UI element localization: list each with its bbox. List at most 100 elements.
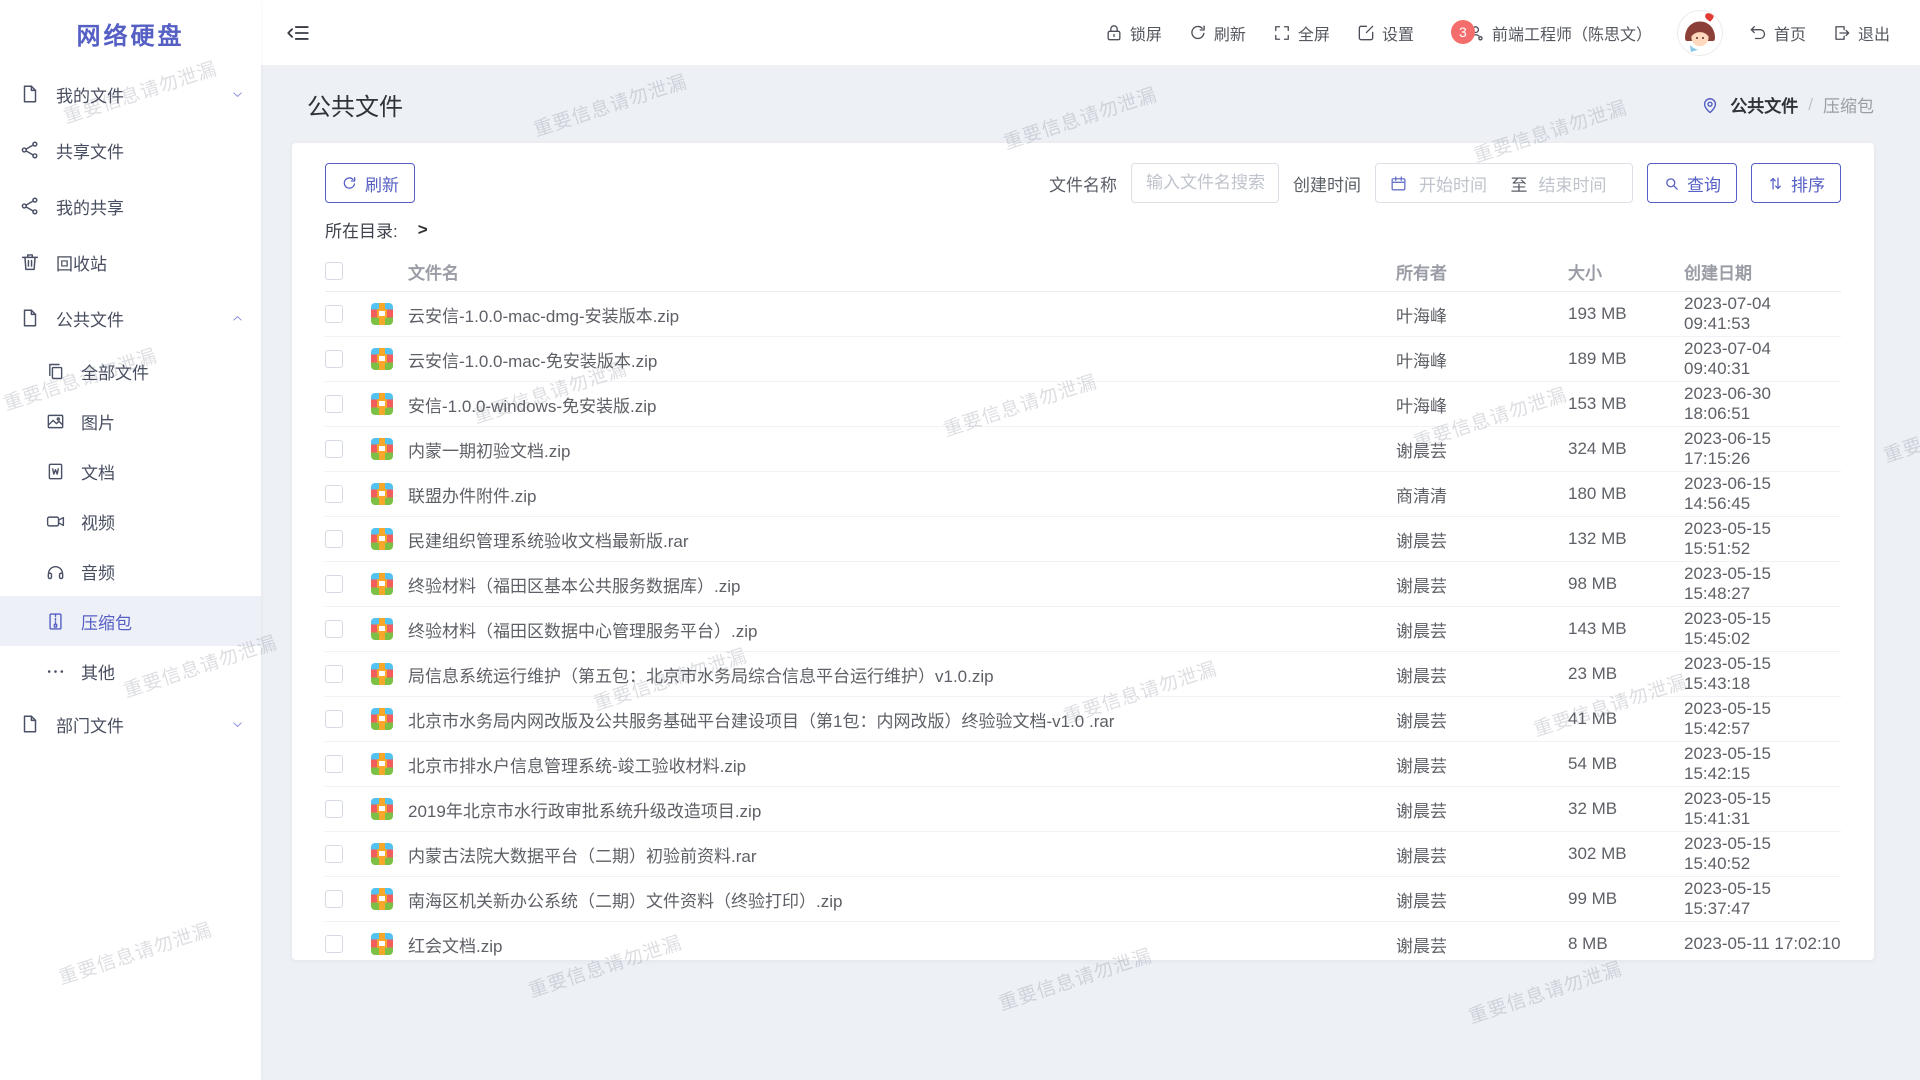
sidebar-item-images[interactable]: 图片 <box>0 396 261 446</box>
sidebar-item-all-files[interactable]: 全部文件 <box>0 346 261 396</box>
directory-arrow: > <box>418 220 428 240</box>
file-name[interactable]: 内蒙一期初验文档.zip <box>408 437 1396 462</box>
table-row[interactable]: 2019年北京市水行政审批系统升级改造项目.zip谢晨芸32 MB2023-05… <box>325 787 1841 832</box>
row-checkbox[interactable] <box>325 845 343 863</box>
filename-search-input[interactable] <box>1131 163 1279 203</box>
file-name[interactable]: 北京市水务局内网改版及公共服务基础平台建设项目（第1包：内网改版）终验验文档-v… <box>408 707 1396 732</box>
archive-file-icon <box>371 753 393 775</box>
sidebar-item-label: 视频 <box>81 509 115 534</box>
settings-label: 设置 <box>1382 21 1414 45</box>
row-checkbox[interactable] <box>325 485 343 503</box>
image-icon <box>45 411 66 432</box>
archive-file-icon <box>371 393 393 415</box>
sidebar-item-videos[interactable]: 视频 <box>0 496 261 546</box>
file-name[interactable]: 云安信-1.0.0-mac-dmg-安装版本.zip <box>408 302 1396 327</box>
row-checkbox[interactable] <box>325 935 343 953</box>
row-checkbox[interactable] <box>325 305 343 323</box>
home-button[interactable]: 首页 <box>1748 21 1806 45</box>
file-name[interactable]: 安信-1.0.0-windows-免安装版.zip <box>408 392 1396 417</box>
table-row[interactable]: 云安信-1.0.0-mac-dmg-安装版本.zip叶海峰193 MB2023-… <box>325 292 1841 337</box>
share-icon <box>19 139 41 161</box>
table-row[interactable]: 内蒙一期初验文档.zip谢晨芸324 MB2023-06-15 17:15:26 <box>325 427 1841 472</box>
sidebar-item-recycle-bin[interactable]: 回收站 <box>0 234 261 290</box>
column-header-filename: 文件名 <box>408 259 1396 284</box>
sidebar-nav: 我的文件共享文件我的共享回收站公共文件全部文件图片文档视频音频压缩包其他部门文件 <box>0 66 261 752</box>
settings-button[interactable]: 设置 <box>1356 21 1414 45</box>
sidebar-item-archives[interactable]: 压缩包 <box>0 596 261 646</box>
refresh-icon <box>1188 23 1208 43</box>
avatar[interactable] <box>1678 11 1722 55</box>
date-start-placeholder[interactable]: 开始时间 <box>1419 171 1500 196</box>
share-icon <box>19 195 41 217</box>
fullscreen-button[interactable]: 全屏 <box>1272 21 1330 45</box>
filter-bar: 刷新 文件名称 创建时间 开始时间 至 结束时间 <box>325 143 1841 203</box>
row-checkbox[interactable] <box>325 890 343 908</box>
sidebar-item-my-shares[interactable]: 我的共享 <box>0 178 261 234</box>
refresh-list-button[interactable]: 刷新 <box>325 163 415 203</box>
table-row[interactable]: 民建组织管理系统验收文档最新版.rar谢晨芸132 MB2023-05-15 1… <box>325 517 1841 562</box>
archive-file-icon <box>371 888 393 910</box>
file-name[interactable]: 云安信-1.0.0-mac-免安装版本.zip <box>408 347 1396 372</box>
file-owner: 谢晨芸 <box>1396 572 1568 597</box>
logout-button[interactable]: 退出 <box>1832 21 1890 45</box>
user-menu[interactable]: 前端工程师（陈思文） <box>1466 21 1652 45</box>
sidebar-item-audio[interactable]: 音频 <box>0 546 261 596</box>
row-checkbox[interactable] <box>325 350 343 368</box>
row-checkbox[interactable] <box>325 665 343 683</box>
search-button-label: 查询 <box>1687 171 1721 196</box>
file-name[interactable]: 民建组织管理系统验收文档最新版.rar <box>408 527 1396 552</box>
date-end-placeholder[interactable]: 结束时间 <box>1539 171 1620 196</box>
file-name[interactable]: 局信息系统运行维护（第五包：北京市水务局综合信息平台运行维护）v1.0.zip <box>408 662 1396 687</box>
zipdoc-icon <box>45 611 66 632</box>
collapse-sidebar-icon[interactable] <box>285 20 311 46</box>
file-created: 2023-05-15 15:41:31 <box>1684 789 1841 829</box>
page-title: 公共文件 <box>307 87 403 122</box>
table-row[interactable]: 安信-1.0.0-windows-免安装版.zip叶海峰153 MB2023-0… <box>325 382 1841 427</box>
row-checkbox[interactable] <box>325 800 343 818</box>
table-row[interactable]: 红会文档.zip谢晨芸8 MB2023-05-11 17:02:10 <box>325 922 1841 960</box>
directory-label: 所在目录: <box>325 217 398 242</box>
row-checkbox[interactable] <box>325 530 343 548</box>
table-row[interactable]: 终验材料（福田区数据中心管理服务平台）.zip谢晨芸143 MB2023-05-… <box>325 607 1841 652</box>
sidebar-item-label: 部门文件 <box>56 712 124 737</box>
row-checkbox[interactable] <box>325 575 343 593</box>
table-row[interactable]: 局信息系统运行维护（第五包：北京市水务局综合信息平台运行维护）v1.0.zip谢… <box>325 652 1841 697</box>
column-header-size: 大小 <box>1568 259 1684 284</box>
sort-button[interactable]: 排序 <box>1751 163 1841 203</box>
table-row[interactable]: 联盟办件附件.zip商清清180 MB2023-06-15 14:56:45 <box>325 472 1841 517</box>
table-row[interactable]: 北京市水务局内网改版及公共服务基础平台建设项目（第1包：内网改版）终验验文档-v… <box>325 697 1841 742</box>
select-all-checkbox[interactable] <box>325 262 343 280</box>
row-checkbox[interactable] <box>325 620 343 638</box>
sidebar-item-department-files[interactable]: 部门文件 <box>0 696 261 752</box>
file-name[interactable]: 终验材料（福田区基本公共服务数据库）.zip <box>408 572 1396 597</box>
file-name[interactable]: 联盟办件附件.zip <box>408 482 1396 507</box>
sidebar-item-my-files[interactable]: 我的文件 <box>0 66 261 122</box>
date-range-picker[interactable]: 开始时间 至 结束时间 <box>1375 163 1633 203</box>
table-row[interactable]: 云安信-1.0.0-mac-免安装版本.zip叶海峰189 MB2023-07-… <box>325 337 1841 382</box>
file-name[interactable]: 红会文档.zip <box>408 932 1396 957</box>
refresh-button[interactable]: 刷新 <box>1188 21 1246 45</box>
file-name[interactable]: 终验材料（福田区数据中心管理服务平台）.zip <box>408 617 1396 642</box>
archive-file-icon <box>371 708 393 730</box>
table-row[interactable]: 终验材料（福田区基本公共服务数据库）.zip谢晨芸98 MB2023-05-15… <box>325 562 1841 607</box>
row-checkbox[interactable] <box>325 440 343 458</box>
sidebar-item-others[interactable]: 其他 <box>0 646 261 696</box>
sidebar-item-public-files[interactable]: 公共文件 <box>0 290 261 346</box>
sidebar-item-documents[interactable]: 文档 <box>0 446 261 496</box>
table-row[interactable]: 南海区机关新办公系统（二期）文件资料（终验打印）.zip谢晨芸99 MB2023… <box>325 877 1841 922</box>
sort-arrows-icon <box>1767 175 1784 192</box>
table-row[interactable]: 北京市排水户信息管理系统-竣工验收材料.zip谢晨芸54 MB2023-05-1… <box>325 742 1841 787</box>
row-checkbox[interactable] <box>325 710 343 728</box>
row-checkbox[interactable] <box>325 395 343 413</box>
breadcrumb-root[interactable]: 公共文件 <box>1730 92 1798 117</box>
lock-screen-button[interactable]: 锁屏 <box>1104 21 1162 45</box>
file-name[interactable]: 北京市排水户信息管理系统-竣工验收材料.zip <box>408 752 1396 777</box>
file-size: 32 MB <box>1568 799 1684 819</box>
file-name[interactable]: 南海区机关新办公系统（二期）文件资料（终验打印）.zip <box>408 887 1396 912</box>
row-checkbox[interactable] <box>325 755 343 773</box>
file-name[interactable]: 2019年北京市水行政审批系统升级改造项目.zip <box>408 797 1396 822</box>
file-name[interactable]: 内蒙古法院大数据平台（二期）初验前资料.rar <box>408 842 1396 867</box>
search-button[interactable]: 查询 <box>1647 163 1737 203</box>
table-row[interactable]: 内蒙古法院大数据平台（二期）初验前资料.rar谢晨芸302 MB2023-05-… <box>325 832 1841 877</box>
sidebar-item-shared-files[interactable]: 共享文件 <box>0 122 261 178</box>
